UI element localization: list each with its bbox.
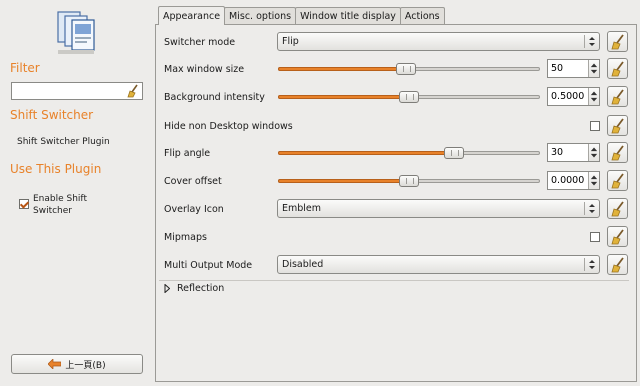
cover-offset-spin[interactable] xyxy=(547,171,600,190)
plugin-logo-icon xyxy=(57,11,95,54)
broom-icon xyxy=(611,34,624,50)
tab-appearance[interactable]: Appearance xyxy=(158,6,226,25)
flip-angle-spin[interactable] xyxy=(547,143,600,162)
reset-cover-offset-button[interactable] xyxy=(607,170,628,191)
overlay-icon-label: Overlay Icon xyxy=(164,204,224,215)
multi-output-mode-label: Multi Output Mode xyxy=(164,260,253,271)
broom-icon xyxy=(611,257,624,273)
reset-mipmaps-button[interactable] xyxy=(607,226,628,247)
updown-arrows-icon xyxy=(589,260,595,269)
enable-plugin-checkbox[interactable] xyxy=(19,199,29,209)
back-button[interactable]: 上一頁(B) xyxy=(11,354,143,374)
cover-offset-input[interactable] xyxy=(548,175,588,186)
reset-flip-angle-button[interactable] xyxy=(607,142,628,163)
reflection-label: Reflection xyxy=(177,283,225,294)
reset-switcher-mode-button[interactable] xyxy=(607,31,628,52)
spin-arrows-icon[interactable] xyxy=(588,60,599,77)
broom-icon xyxy=(611,201,624,217)
updown-arrows-icon xyxy=(589,37,595,46)
slider-thumb[interactable] xyxy=(396,63,417,75)
reset-max-window-size-button[interactable] xyxy=(607,58,628,79)
broom-icon xyxy=(611,173,624,189)
switcher-mode-label: Switcher mode xyxy=(164,37,236,48)
reflection-expander[interactable]: Reflection xyxy=(159,280,629,295)
overlay-icon-value: Emblem xyxy=(282,203,322,214)
updown-arrows-icon xyxy=(589,204,595,213)
flip-angle-label: Flip angle xyxy=(164,148,211,159)
reset-hide-non-desktop-button[interactable] xyxy=(607,115,628,136)
max-window-size-input[interactable] xyxy=(548,63,588,74)
background-intensity-input[interactable] xyxy=(548,91,588,102)
use-plugin-title: Use This Plugin xyxy=(10,162,102,176)
slider-thumb[interactable] xyxy=(399,175,419,187)
max-window-size-label: Max window size xyxy=(164,64,245,75)
spin-arrows-icon[interactable] xyxy=(588,144,599,161)
multi-output-mode-value: Disabled xyxy=(282,259,324,270)
tab-window-title-display[interactable]: Window title display xyxy=(295,7,401,24)
enable-label-line2: Switcher xyxy=(33,206,72,216)
background-intensity-label: Background intensity xyxy=(164,92,265,103)
broom-icon xyxy=(611,89,624,105)
arrow-left-icon xyxy=(48,359,62,369)
switcher-mode-value: Flip xyxy=(282,36,299,47)
broom-icon xyxy=(611,229,624,245)
spin-arrows-icon[interactable] xyxy=(588,88,599,105)
broom-icon xyxy=(611,61,624,77)
cover-offset-label: Cover offset xyxy=(164,176,222,187)
spin-arrows-icon[interactable] xyxy=(588,172,599,189)
slider-thumb[interactable] xyxy=(443,147,464,159)
mipmaps-label: Mipmaps xyxy=(164,232,207,243)
back-button-label: 上一頁(B) xyxy=(65,360,106,371)
enable-label-line1: Enable Shift xyxy=(33,194,87,204)
tab-bar: Appearance Misc. options Window title di… xyxy=(158,6,445,25)
left-pane: Filter Shift Switcher Shift Switcher Plu… xyxy=(0,0,152,386)
filter-input[interactable] xyxy=(12,83,120,99)
filter-field[interactable] xyxy=(11,82,143,100)
multi-output-mode-combo[interactable]: Disabled xyxy=(277,255,600,274)
max-window-size-spin[interactable] xyxy=(547,59,600,78)
flip-angle-slider[interactable] xyxy=(278,147,540,159)
overlay-icon-combo[interactable]: Emblem xyxy=(277,199,600,218)
flip-angle-input[interactable] xyxy=(548,147,588,158)
enable-plugin-label[interactable]: Enable Shift Switcher xyxy=(33,193,87,217)
max-window-size-slider[interactable] xyxy=(278,63,540,75)
reset-multi-output-mode-button[interactable] xyxy=(607,254,628,275)
cover-offset-slider[interactable] xyxy=(278,175,540,187)
tab-actions[interactable]: Actions xyxy=(399,7,445,24)
clear-broom-icon[interactable] xyxy=(126,84,140,98)
reset-overlay-icon-button[interactable] xyxy=(607,198,628,219)
hide-non-desktop-label: Hide non Desktop windows xyxy=(164,121,293,132)
tab-misc-options[interactable]: Misc. options xyxy=(224,7,297,24)
filter-title: Filter xyxy=(10,61,40,75)
mipmaps-checkbox[interactable] xyxy=(590,232,600,242)
hide-non-desktop-checkbox[interactable] xyxy=(590,121,600,131)
slider-thumb[interactable] xyxy=(399,91,419,103)
plugin-title: Shift Switcher xyxy=(10,108,94,122)
background-intensity-spin[interactable] xyxy=(547,87,600,106)
switcher-mode-combo[interactable]: Flip xyxy=(277,32,600,51)
reset-background-intensity-button[interactable] xyxy=(607,86,628,107)
broom-icon xyxy=(611,118,624,134)
plugin-description: Shift Switcher Plugin xyxy=(17,137,110,147)
background-intensity-slider[interactable] xyxy=(278,91,540,103)
broom-icon xyxy=(611,145,624,161)
expander-arrow-icon xyxy=(164,284,170,293)
